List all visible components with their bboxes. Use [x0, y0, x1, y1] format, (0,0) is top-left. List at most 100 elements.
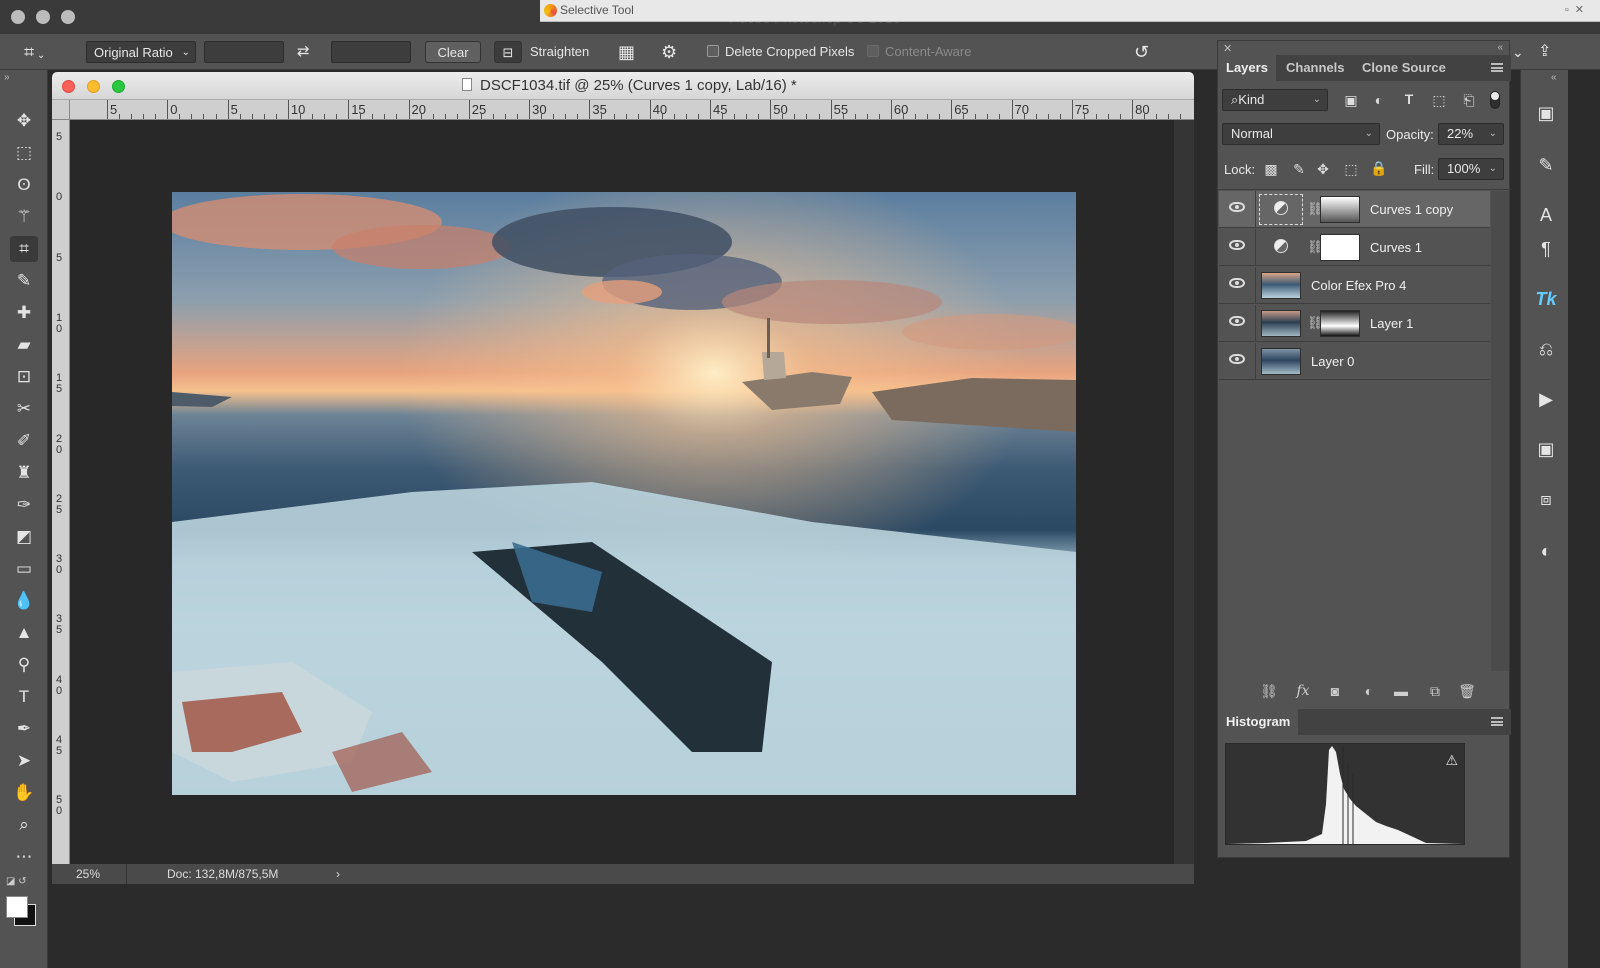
type-tool-icon[interactable]: T — [10, 684, 38, 710]
history-icon[interactable]: ⎌ — [1535, 338, 1557, 360]
layer-row[interactable]: ⛓ Curves 1 copy — [1219, 191, 1490, 228]
sharpen-tool-icon[interactable]: ▲ — [10, 620, 38, 646]
layer-row[interactable]: ⛓ Curves 1 — [1219, 229, 1490, 266]
straighten-icon[interactable]: ⊟ — [494, 41, 522, 63]
move-tool-icon[interactable]: ✥ — [10, 108, 38, 134]
lock-position-icon[interactable]: ✥ — [1314, 161, 1332, 178]
window-zoom-button[interactable] — [61, 10, 75, 24]
reset-icon[interactable]: ↺ — [1134, 41, 1149, 63]
hand-tool-icon[interactable]: ✋ — [10, 780, 38, 806]
gear-icon[interactable]: ⚙ — [661, 41, 677, 63]
lock-all-icon[interactable]: 🔒 — [1370, 160, 1388, 177]
actions-play-icon[interactable]: ▶ — [1535, 388, 1557, 410]
adjustment-filter-icon[interactable]: ◐ — [1370, 92, 1388, 108]
smart-object-filter-icon[interactable]: ⎗ — [1460, 92, 1478, 109]
panel-menu-icon[interactable] — [1491, 63, 1503, 72]
clear-button[interactable]: Clear — [425, 41, 481, 63]
collapse-icon[interactable]: « — [1551, 72, 1557, 83]
lock-transparent-icon[interactable]: ▩ — [1262, 161, 1280, 178]
eraser-tool-icon[interactable]: ◩ — [10, 524, 38, 550]
visibility-eye-icon[interactable] — [1229, 240, 1245, 250]
tab-channels[interactable]: Channels — [1278, 55, 1353, 81]
patch-tool-icon[interactable]: ▰ — [10, 332, 38, 358]
link-layers-icon[interactable]: ⛓ — [1260, 683, 1278, 700]
gradient-tool-icon[interactable]: ▭ — [10, 556, 38, 582]
doc-minimize-button[interactable] — [87, 80, 100, 93]
clone-stamp-tool-icon[interactable]: ♜ — [10, 460, 38, 486]
layers-scrollbar[interactable] — [1491, 191, 1509, 671]
new-layer-icon[interactable]: ⧉ — [1426, 683, 1444, 700]
blur-tool-icon[interactable]: 💧 — [10, 588, 38, 614]
selective-tool-window-controls[interactable]: ▫✕ — [1565, 3, 1590, 16]
libraries-icon[interactable]: ▣ — [1535, 102, 1557, 124]
collapse-icon[interactable]: » — [4, 72, 10, 83]
zoom-level[interactable]: 25% — [76, 864, 100, 884]
visibility-eye-icon[interactable] — [1229, 278, 1245, 288]
layer-thumbnail[interactable] — [1261, 348, 1301, 375]
crop-preset-icon[interactable]: ⌗ ⌄ — [24, 41, 64, 63]
delete-cropped-pixels-checkbox[interactable]: Delete Cropped Pixels — [707, 41, 854, 63]
ruler-horizontal[interactable]: 5 0 5 10 15 20 25 30 35 40 45 50 55 60 65 70 75 80 — [70, 100, 1194, 120]
overlay-grid-icon[interactable]: ▦ — [618, 41, 635, 63]
add-mask-icon[interactable]: ◙ — [1326, 683, 1344, 699]
crop-height-input[interactable] — [331, 41, 411, 63]
chevron-down-icon[interactable]: ⌄ — [1512, 41, 1524, 63]
shape-filter-icon[interactable]: ⬚ — [1430, 92, 1448, 109]
doc-zoom-button[interactable] — [112, 80, 125, 93]
eyedropper-tool-icon[interactable]: ✎ — [10, 268, 38, 294]
navigator-icon[interactable]: ▣ — [1535, 438, 1557, 460]
transform-tool-icon[interactable]: ⊡ — [10, 364, 38, 390]
layer-thumbnail[interactable] — [1261, 272, 1301, 299]
panel-menu-icon[interactable] — [1491, 717, 1503, 726]
vertical-scrollbar[interactable] — [1174, 120, 1194, 864]
tab-histogram[interactable]: Histogram — [1218, 709, 1299, 735]
layer-mask-thumbnail[interactable] — [1320, 310, 1360, 337]
more-tools-icon[interactable]: ⋯ — [10, 844, 38, 870]
layer-row[interactable]: Layer 0 — [1219, 343, 1490, 380]
brush-settings-icon[interactable]: ✎ — [1535, 154, 1557, 176]
dodge-tool-icon[interactable]: ⚲ — [10, 652, 38, 678]
filter-toggle[interactable] — [1490, 91, 1500, 109]
foreground-color-swatch[interactable] — [6, 896, 28, 918]
window-close-button[interactable] — [11, 10, 25, 24]
canvas-area[interactable] — [70, 120, 1174, 864]
layer-row[interactable]: Color Efex Pro 4 — [1219, 267, 1490, 304]
window-minimize-button[interactable] — [36, 10, 50, 24]
ratio-select[interactable]: Original Ratio ⌄ — [86, 41, 196, 63]
warning-icon[interactable]: ⚠ — [1445, 752, 1458, 769]
tab-layers[interactable]: Layers — [1218, 55, 1276, 81]
visibility-eye-icon[interactable] — [1229, 316, 1245, 326]
opacity-input[interactable]: 22% ⌄ — [1438, 123, 1504, 145]
ruler-origin[interactable] — [52, 100, 70, 120]
new-group-icon[interactable]: ▬ — [1392, 683, 1410, 699]
new-adjustment-icon[interactable]: ◐ — [1360, 683, 1378, 699]
crop-tool-icon[interactable]: ⌗ — [10, 236, 38, 262]
lock-artboard-icon[interactable]: ⬚ — [1342, 161, 1360, 178]
character-icon[interactable]: A — [1535, 204, 1557, 226]
selective-tool-window[interactable]: Selective Tool ▫✕ — [540, 0, 1600, 22]
chevron-right-icon[interactable]: › — [336, 864, 340, 884]
path-selection-tool-icon[interactable]: ➤ — [10, 748, 38, 774]
adjustments-icon[interactable]: ◐ — [1535, 540, 1557, 562]
zoom-tool-icon[interactable]: ⌕ — [10, 812, 38, 838]
filter-kind-select[interactable]: ⌕Kind ⌄ — [1222, 89, 1328, 111]
type-filter-icon[interactable]: T — [1400, 91, 1418, 107]
pen-tool-icon[interactable]: ✒ — [10, 716, 38, 742]
fill-input[interactable]: 100% ⌄ — [1438, 158, 1504, 180]
content-move-tool-icon[interactable]: ✂ — [10, 396, 38, 422]
collapse-icon[interactable]: « — [1497, 42, 1503, 53]
tab-clone-source[interactable]: Clone Source — [1354, 55, 1454, 81]
healing-brush-tool-icon[interactable]: ✚ — [10, 300, 38, 326]
document-image[interactable] — [172, 192, 1076, 795]
magic-wand-tool-icon[interactable]: ⚚ — [10, 204, 38, 230]
tk-plugin-icon[interactable]: Tk — [1535, 288, 1557, 310]
visibility-eye-icon[interactable] — [1229, 354, 1245, 364]
paragraph-icon[interactable]: ¶ — [1535, 238, 1557, 260]
layer-row[interactable]: ⛓ Layer 1 — [1219, 305, 1490, 342]
layer-style-icon[interactable]: fx — [1294, 683, 1312, 699]
3d-icon[interactable]: ⧈ — [1535, 488, 1557, 510]
swap-colors-icon[interactable]: ◪ ↺ — [6, 876, 27, 887]
layer-mask-thumbnail[interactable] — [1320, 196, 1360, 223]
doc-close-button[interactable] — [62, 80, 75, 93]
layer-thumbnail[interactable] — [1261, 310, 1301, 337]
